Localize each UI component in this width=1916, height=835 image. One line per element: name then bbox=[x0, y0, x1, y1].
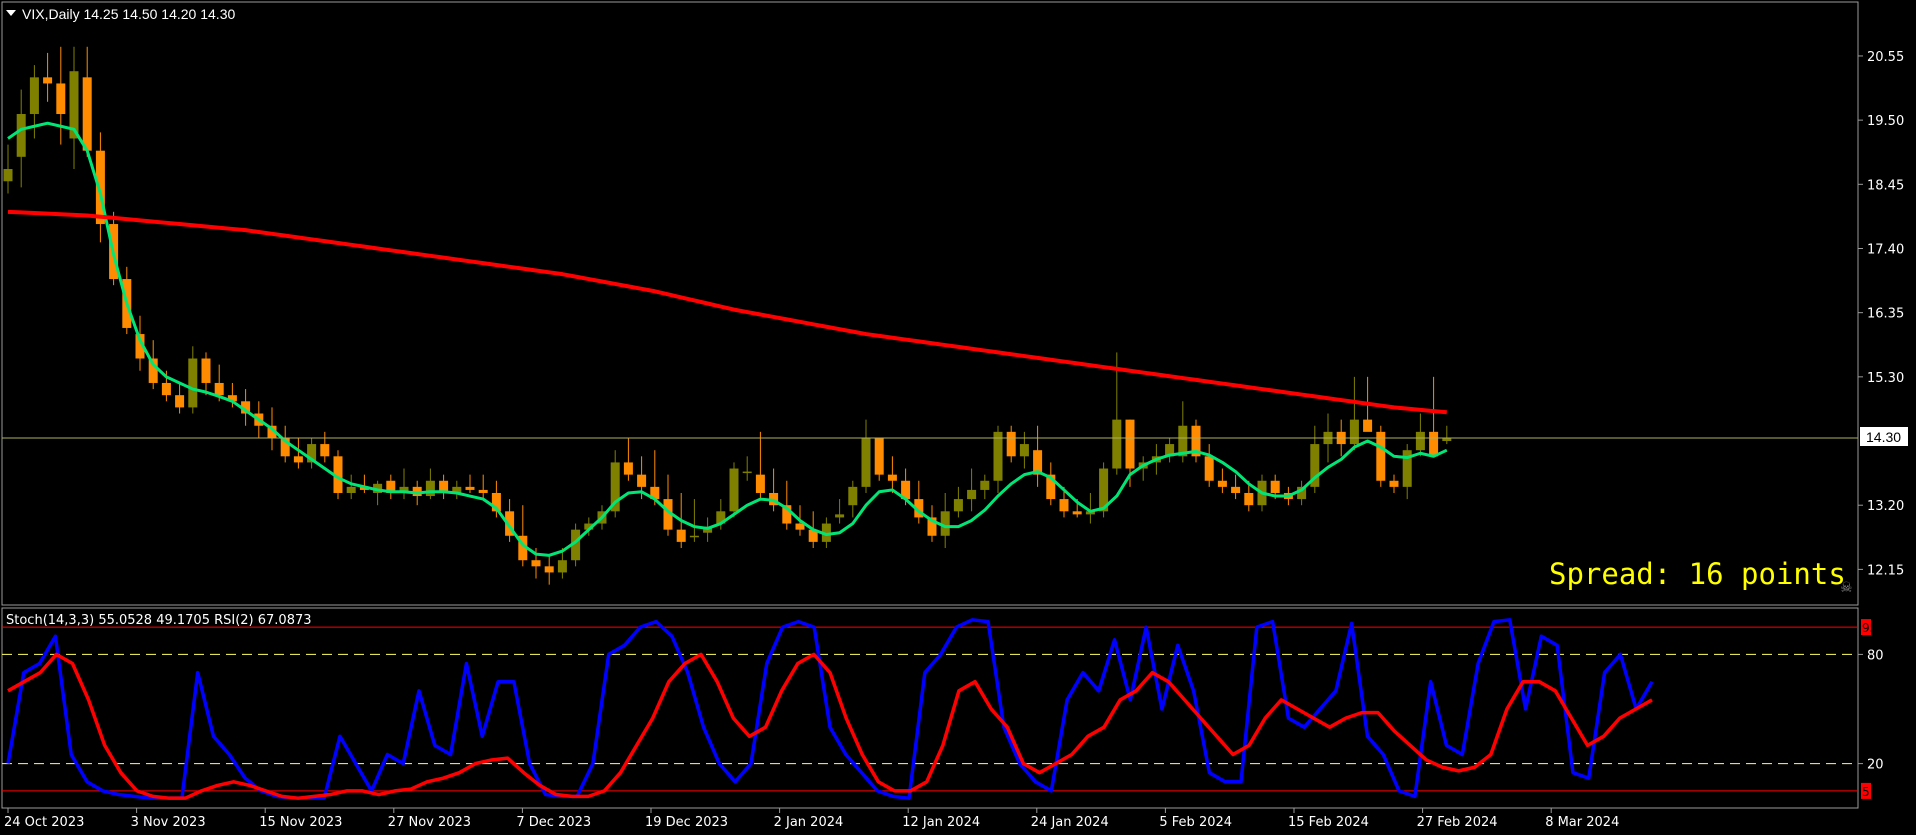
time-axis-label: 15 Nov 2023 bbox=[259, 815, 342, 830]
price-axis-label: 17.40 bbox=[1867, 242, 1904, 257]
price-axis-label: 19.50 bbox=[1867, 114, 1904, 129]
candle-body bbox=[56, 83, 66, 115]
price-axis-label: 15.30 bbox=[1867, 371, 1904, 386]
candle-body bbox=[1204, 456, 1214, 481]
skull-icon: ☠ bbox=[1840, 580, 1853, 596]
candle-body bbox=[874, 437, 884, 475]
time-axis-label: 2 Jan 2024 bbox=[774, 815, 844, 830]
candle-body bbox=[861, 437, 871, 487]
candle-body bbox=[689, 535, 699, 538]
candle-body bbox=[43, 77, 53, 84]
candle-body bbox=[729, 468, 739, 512]
candle-body bbox=[1059, 499, 1069, 512]
candle-body bbox=[1376, 431, 1386, 481]
candle-body bbox=[1125, 419, 1135, 469]
candle-body bbox=[544, 566, 554, 573]
price-axis-label: 12.15 bbox=[1867, 563, 1904, 578]
spread-label: Spread: 16 points bbox=[1549, 557, 1846, 591]
indicator-marker-label: 95 bbox=[1862, 621, 1877, 635]
candle-body bbox=[557, 560, 567, 573]
candle-body bbox=[1349, 419, 1359, 445]
candle-body bbox=[1112, 419, 1122, 469]
time-axis-label: 7 Dec 2023 bbox=[516, 815, 591, 830]
candle-body bbox=[623, 462, 633, 475]
candle-body bbox=[214, 382, 224, 396]
candle-body bbox=[1429, 431, 1439, 457]
candle-body bbox=[320, 444, 330, 457]
candle-body bbox=[887, 474, 897, 481]
chart-area[interactable]: VIX,Daily 14.25 14.50 14.20 14.30 Stoch(… bbox=[0, 0, 1916, 835]
time-axis-label: 27 Feb 2024 bbox=[1417, 815, 1498, 830]
time-axis-label: 19 Dec 2023 bbox=[645, 815, 728, 830]
candle-body bbox=[967, 489, 977, 500]
candle-body bbox=[3, 169, 13, 182]
candle-body bbox=[742, 471, 752, 474]
current-price-label: 14.30 bbox=[1866, 429, 1901, 445]
indicator-header: Stoch(14,3,3) 55.0528 49.1705 RSI(2) 67.… bbox=[6, 613, 312, 628]
candle-body bbox=[1415, 431, 1425, 451]
candle-body bbox=[1019, 444, 1029, 457]
price-axis-label: 16.35 bbox=[1867, 307, 1904, 322]
candle-body bbox=[1006, 431, 1016, 457]
price-axis-label: 18.45 bbox=[1867, 178, 1904, 193]
candle-body bbox=[82, 77, 92, 151]
time-axis-label: 24 Jan 2024 bbox=[1031, 815, 1109, 830]
candle-body bbox=[1244, 492, 1254, 506]
candle-body bbox=[980, 480, 990, 490]
candle-body bbox=[676, 529, 686, 542]
candle-body bbox=[29, 77, 39, 115]
candle-body bbox=[1217, 480, 1227, 487]
candle-body bbox=[993, 431, 1003, 481]
price-axis-label: 13.20 bbox=[1867, 499, 1904, 514]
candle-body bbox=[637, 474, 647, 487]
time-axis-label: 3 Nov 2023 bbox=[131, 815, 206, 830]
candle-body bbox=[1072, 511, 1082, 515]
candle-body bbox=[201, 358, 211, 383]
time-axis-label: 5 Feb 2024 bbox=[1159, 815, 1232, 830]
candle-body bbox=[1389, 480, 1399, 487]
candle-body bbox=[161, 382, 171, 396]
candle-body bbox=[953, 499, 963, 512]
candle-body bbox=[293, 456, 303, 463]
candle-body bbox=[531, 560, 541, 567]
candle-body bbox=[188, 358, 198, 408]
candle-body bbox=[478, 489, 488, 493]
candle-body bbox=[1231, 486, 1241, 493]
time-axis-label: 24 Oct 2023 bbox=[4, 815, 84, 830]
candle-body bbox=[175, 395, 185, 408]
candle-body bbox=[848, 486, 858, 506]
candle-body bbox=[835, 514, 845, 518]
symbol-header: VIX,Daily 14.25 14.50 14.20 14.30 bbox=[22, 6, 235, 22]
time-axis-label: 15 Feb 2024 bbox=[1288, 815, 1369, 830]
candle-body bbox=[755, 474, 765, 493]
time-axis-label: 8 Mar 2024 bbox=[1545, 815, 1619, 830]
indicator-axis-label: 20 bbox=[1867, 758, 1884, 773]
time-axis-label: 27 Nov 2023 bbox=[388, 815, 471, 830]
candle-body bbox=[1363, 419, 1373, 432]
price-axis-label: 20.55 bbox=[1867, 50, 1904, 65]
candle-body bbox=[16, 114, 26, 157]
candle-body bbox=[346, 486, 356, 493]
chart-background bbox=[0, 0, 1916, 835]
candle-body bbox=[465, 486, 475, 490]
indicator-axis-label: 80 bbox=[1867, 648, 1884, 663]
candle-body bbox=[1270, 480, 1280, 493]
candle-body bbox=[425, 480, 435, 497]
indicator-marker-label: 5 bbox=[1862, 785, 1870, 799]
time-axis-label: 12 Jan 2024 bbox=[902, 815, 980, 830]
